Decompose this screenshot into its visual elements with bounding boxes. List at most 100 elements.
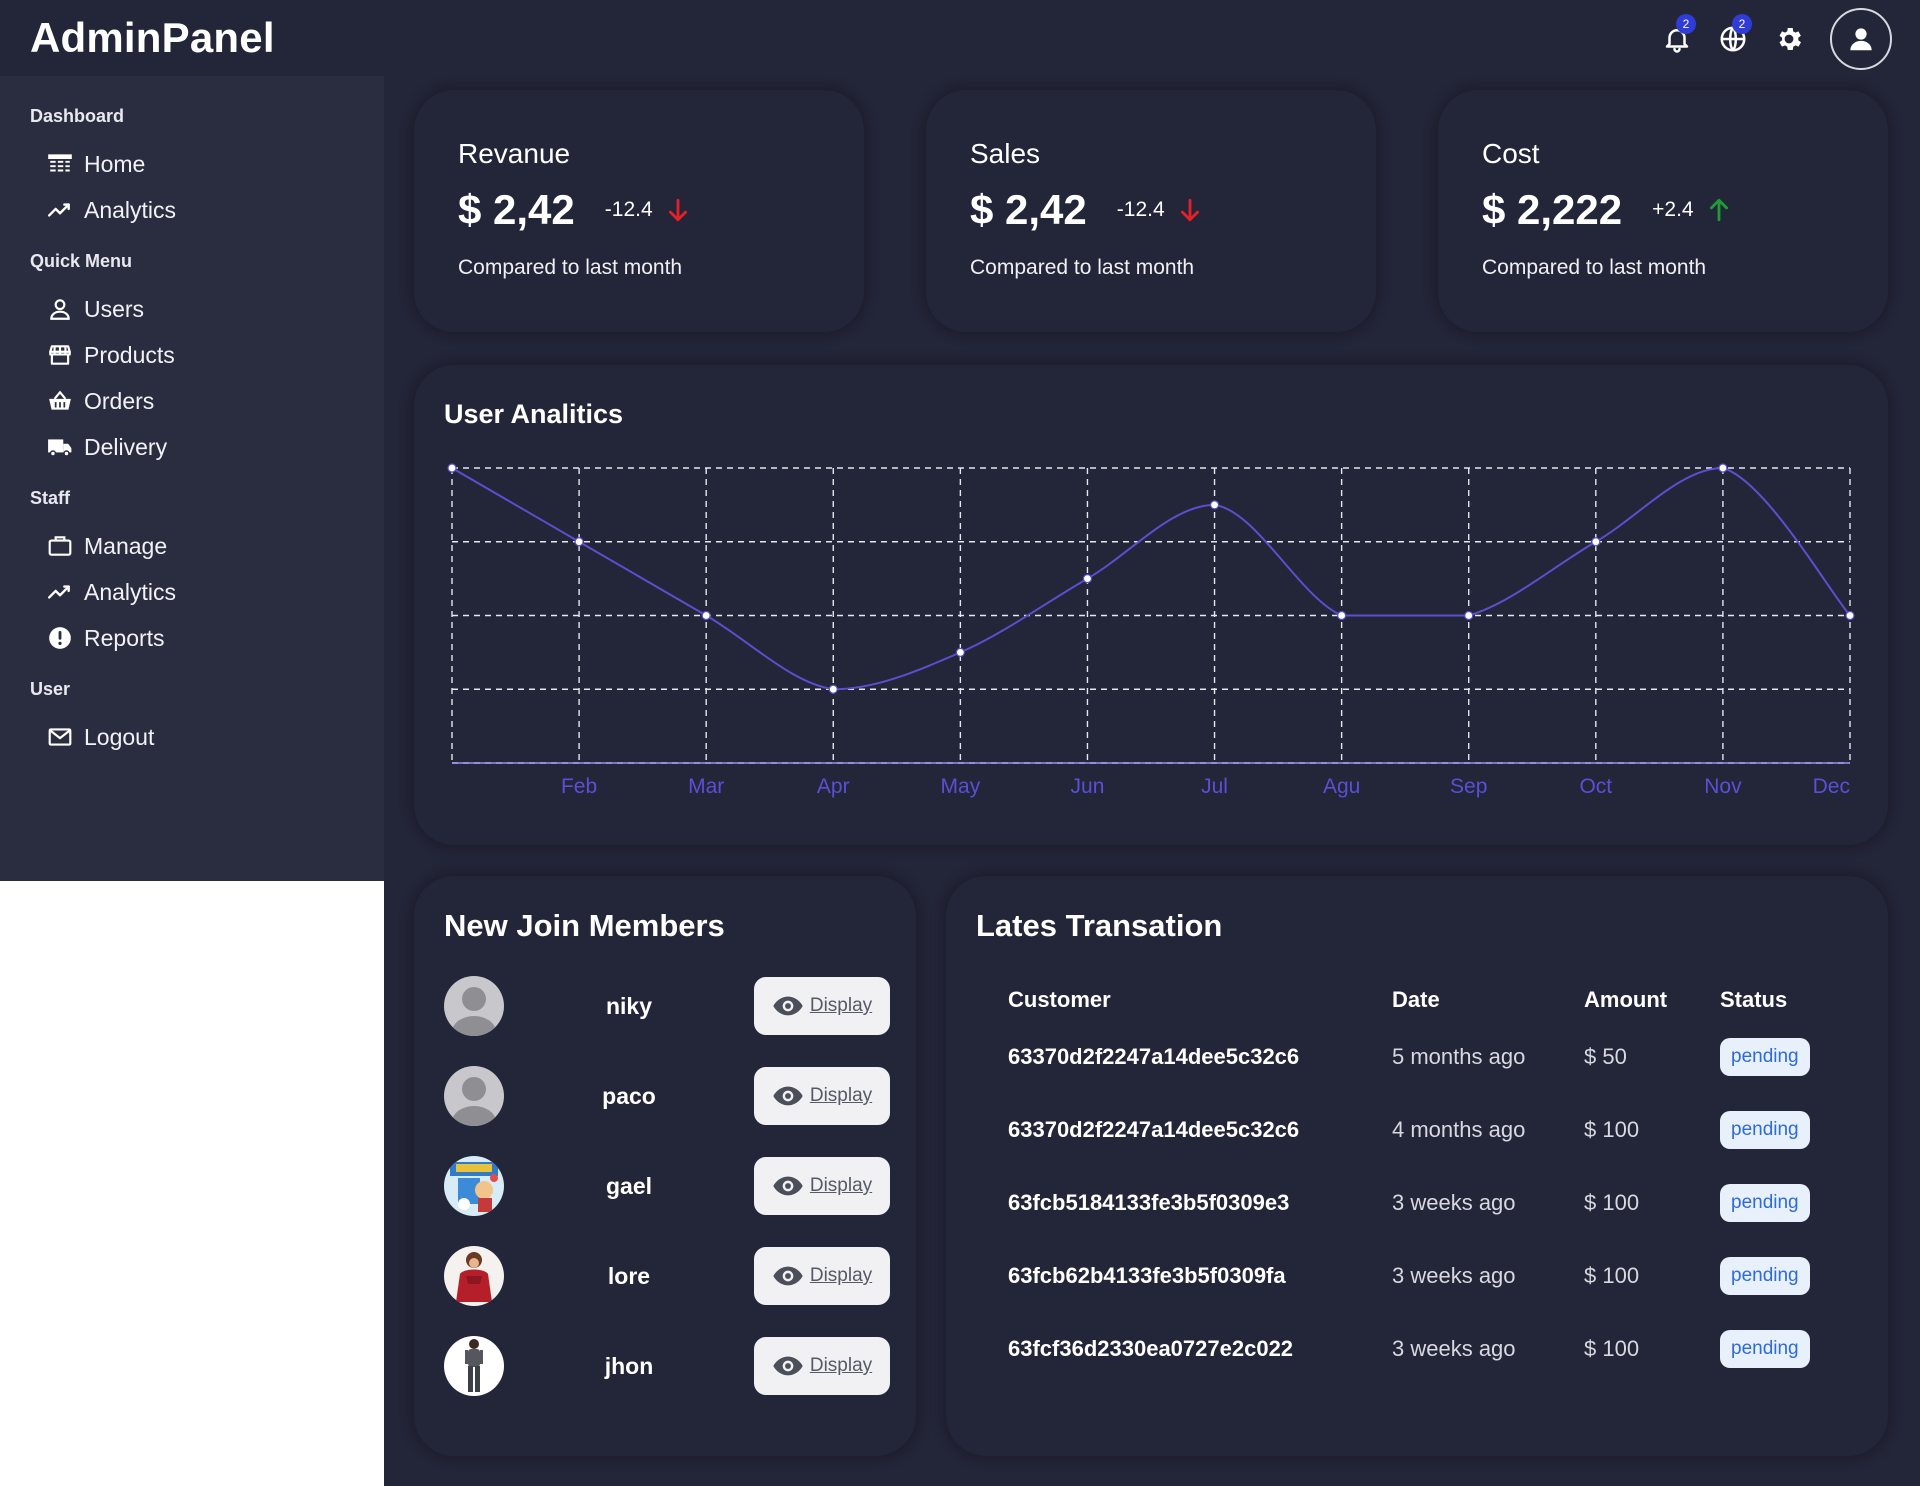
table-row: 63370d2f2247a14dee5c32c6 5 months ago $ …: [1008, 1020, 1850, 1093]
mail-icon: [46, 723, 74, 751]
status-badge[interactable]: pending: [1720, 1183, 1810, 1222]
display-button-label: Display: [809, 1175, 873, 1196]
notifications-badge: 2: [1676, 14, 1696, 34]
member-avatar: [444, 1246, 504, 1306]
blank-area: [0, 881, 384, 1486]
status-badge[interactable]: pending: [1720, 1256, 1810, 1295]
x-tick-label-agu: Agu: [1323, 775, 1360, 798]
sidebar-item-users[interactable]: Users: [0, 286, 384, 332]
member-row: jhon Display: [444, 1336, 894, 1396]
member-name: jhon: [604, 1352, 654, 1379]
status-badge[interactable]: pending: [1720, 1037, 1810, 1076]
user-analytics-card: User Analitics Feb Mar Apr May Jun Jul Agu Sep O…: [414, 365, 1888, 845]
language-button[interactable]: 2: [1718, 14, 1752, 54]
home-icon: [46, 150, 74, 178]
sidebar-item-label: Orders: [84, 387, 155, 414]
transaction-date: 3 weeks ago: [1392, 1335, 1516, 1361]
sidebar-item-label: Home: [84, 150, 146, 177]
display-button[interactable]: Display: [754, 1337, 890, 1395]
stat-card-sales: Sales $ 2,42 -12.4 Compared to last mont…: [926, 90, 1376, 332]
x-tick-label-mar: Mar: [688, 775, 724, 798]
stat-title: Cost: [1482, 138, 1540, 169]
sidebar-section-user: User Logout: [0, 679, 384, 760]
sidebar-item-reports[interactable]: Reports: [0, 615, 384, 661]
display-button[interactable]: Display: [754, 977, 890, 1035]
transaction-amount: $ 100: [1584, 1262, 1640, 1288]
sidebar-item-orders[interactable]: Orders: [0, 378, 384, 424]
stat-change: -12.4: [604, 198, 653, 221]
stat-subtitle: Compared to last month: [970, 256, 1195, 279]
user-icon: [46, 295, 74, 323]
app-logo[interactable]: AdminPanel: [30, 14, 275, 62]
user-analytics-chart: Feb Mar Apr May Jun Jul Agu Sep Oct Nov Dec: [447, 463, 1855, 798]
display-button-label: Display: [809, 995, 873, 1016]
sidebar-section-title: Dashboard: [30, 106, 125, 126]
status-badge[interactable]: pending: [1720, 1329, 1810, 1368]
x-tick-label-apr: Apr: [817, 775, 850, 798]
transaction-date: 5 months ago: [1392, 1043, 1526, 1069]
member-row: niky Display: [444, 976, 894, 1036]
eye-icon: [773, 1086, 803, 1106]
stat-subtitle: Compared to last month: [458, 256, 683, 279]
data-point-may: [955, 647, 965, 657]
members-title: New Join Members: [444, 908, 725, 943]
sidebar-item-manage[interactable]: Manage: [0, 523, 384, 569]
display-button[interactable]: Display: [754, 1157, 890, 1215]
standing-person-photo-avatar: [444, 1336, 504, 1396]
analytics-icon: [46, 578, 74, 606]
eye-icon: [773, 1176, 803, 1196]
data-point-jun: [1082, 574, 1093, 584]
language-badge: 2: [1732, 14, 1752, 34]
transaction-amount: $ 100: [1584, 1116, 1640, 1142]
analytics-icon: [46, 196, 74, 224]
arrow-down-icon: [665, 197, 691, 223]
data-point-jan: [447, 463, 457, 473]
transaction-date: 4 months ago: [1392, 1116, 1526, 1142]
profile-avatar-button[interactable]: [1830, 8, 1892, 70]
customer-id: 63fcb62b4133fe3b5f0309fa: [1008, 1262, 1286, 1288]
data-point-feb: [574, 537, 584, 547]
settings-button[interactable]: [1774, 24, 1804, 54]
sidebar-item-staff-analytics[interactable]: Analytics: [0, 569, 384, 615]
stat-value: $ 2,42: [458, 186, 575, 233]
sidebar-item-home[interactable]: Home: [0, 141, 384, 187]
transactions-title: Lates Transation: [976, 908, 1223, 943]
sidebar-item-delivery[interactable]: Delivery: [0, 424, 384, 470]
x-tick-label-jul: Jul: [1201, 775, 1228, 798]
x-tick-label-nov: Nov: [1704, 775, 1742, 798]
stat-change: +2.4: [1652, 198, 1694, 221]
top-bar: AdminPanel 2 2: [0, 0, 1920, 76]
status-badge[interactable]: pending: [1720, 1110, 1810, 1149]
briefcase-icon: [46, 532, 74, 560]
table-header-row: Customer Date Amount Status: [1008, 980, 1850, 1020]
sidebar-section-dashboard: Dashboard Home Analytics: [0, 106, 384, 233]
gear-icon: [1779, 28, 1801, 50]
sidebar-item-label: Manage: [84, 532, 168, 559]
x-tick-label-feb: Feb: [561, 775, 597, 798]
data-point-mar: [701, 610, 711, 621]
transactions-table: Customer Date Amount Status 63370d2f2247…: [1008, 980, 1850, 1385]
display-button-label: Display: [809, 1265, 873, 1286]
notifications-button[interactable]: 2: [1662, 14, 1696, 54]
stat-value: $ 2,42: [970, 186, 1087, 233]
eye-icon: [773, 1266, 803, 1286]
stat-row: $ 2,222 +2.4: [1482, 186, 1888, 234]
column-header-customer: Customer: [1008, 987, 1111, 1012]
customer-id: 63370d2f2247a14dee5c32c6: [1008, 1043, 1300, 1069]
sidebar-item-products[interactable]: Products: [0, 332, 384, 378]
transaction-amount: $ 100: [1584, 1335, 1640, 1361]
stat-subtitle: Compared to last month: [1482, 256, 1707, 279]
x-tick-label-oct: Oct: [1579, 775, 1612, 798]
data-point-apr: [828, 684, 838, 694]
sidebar-item-analytics[interactable]: Analytics: [0, 187, 384, 233]
sidebar-item-logout[interactable]: Logout: [0, 714, 384, 760]
arrow-up-icon: [1706, 197, 1732, 223]
member-avatar: [444, 1156, 504, 1216]
customer-id: 63fcf36d2330ea0727e2c022: [1008, 1335, 1294, 1361]
truck-icon: [46, 433, 74, 461]
display-button[interactable]: Display: [754, 1067, 890, 1125]
toy-photo-avatar: [444, 1156, 504, 1216]
display-button[interactable]: Display: [754, 1247, 890, 1305]
member-row: gael Display: [444, 1156, 894, 1216]
customer-id: 63370d2f2247a14dee5c32c6: [1008, 1116, 1300, 1142]
